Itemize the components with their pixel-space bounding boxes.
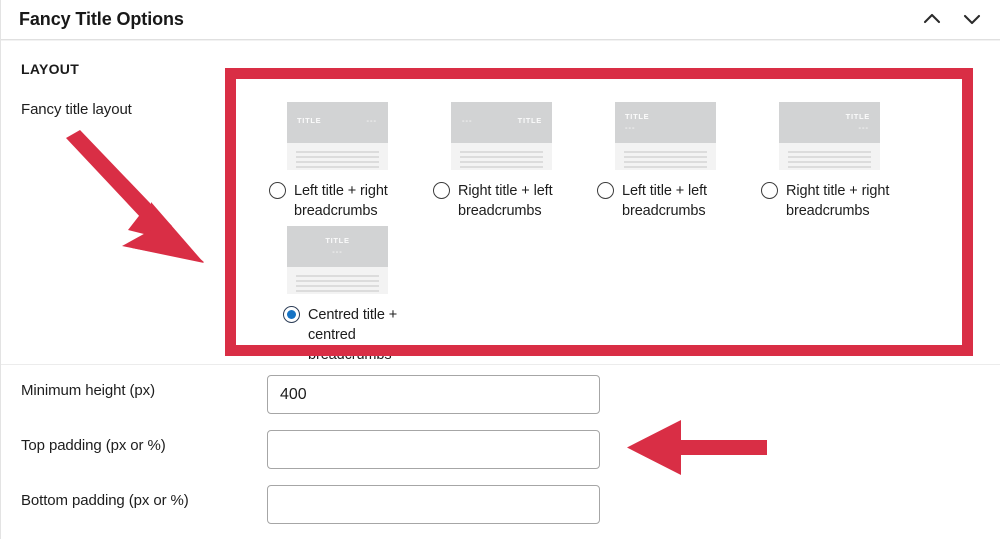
layout-option-right-title-right-breadcrumbs[interactable]: TITLE --- Right title + right breadcrumb… xyxy=(761,102,926,221)
layout-option-row[interactable]: Left title + right breadcrumbs xyxy=(269,181,434,221)
thumbnail-line xyxy=(624,156,707,158)
annotation-left-arrow-icon xyxy=(623,418,773,483)
section-divider xyxy=(1,364,1000,365)
fancy-title-options-panel: Fancy Title Options LAYOUT Fancy title l… xyxy=(0,0,1000,539)
layout-option-label: Right title + right breadcrumbs xyxy=(786,183,890,219)
thumbnail-line xyxy=(296,166,379,168)
thumbnail-title-text: TITLE xyxy=(297,116,322,125)
thumbnail-line xyxy=(460,156,543,158)
thumbnail-title-text: TITLE xyxy=(625,112,650,121)
fancy-title-layout-options: TITLE --- Left title + right breadcrumbs xyxy=(247,86,957,363)
thumbnail-line xyxy=(788,161,871,163)
thumbnail-line xyxy=(624,166,707,168)
thumbnail-line xyxy=(296,161,379,163)
thumbnail-line xyxy=(788,151,871,153)
header-divider xyxy=(1,40,1000,41)
layout-option-right-title-left-breadcrumbs[interactable]: TITLE --- Right title + left breadcrumbs xyxy=(433,102,598,221)
radio-left-title-left-breadcrumbs[interactable] xyxy=(597,182,614,199)
thumbnail-title-text: TITLE xyxy=(517,116,542,125)
thumbnail-line xyxy=(624,161,707,163)
layout-preview-thumbnail: TITLE --- xyxy=(287,102,388,170)
thumbnail-header-band: TITLE --- xyxy=(287,102,388,143)
radio-right-title-left-breadcrumbs[interactable] xyxy=(433,182,450,199)
thumbnail-breadcrumb-text: --- xyxy=(625,123,636,132)
thumbnail-content-lines xyxy=(287,267,388,294)
thumbnail-line xyxy=(296,290,379,292)
thumbnail-line xyxy=(296,156,379,158)
thumbnail-header-band: TITLE --- xyxy=(779,102,880,143)
layout-preview-thumbnail: TITLE --- xyxy=(779,102,880,170)
thumbnail-line xyxy=(460,166,543,168)
layout-option-label: Centred title + centred breadcrumbs xyxy=(308,307,398,363)
thumbnail-breadcrumb-text: --- xyxy=(366,116,377,125)
section-heading-layout: LAYOUT xyxy=(21,61,80,77)
layout-option-label: Left title + left breadcrumbs xyxy=(622,183,707,219)
layout-option-row[interactable]: Right title + right breadcrumbs xyxy=(761,181,926,221)
thumbnail-line xyxy=(296,151,379,153)
thumbnail-header-band: TITLE --- xyxy=(615,102,716,143)
thumbnail-title-text: TITLE xyxy=(845,112,870,121)
thumbnail-header-band: TITLE --- xyxy=(451,102,552,143)
thumbnail-line xyxy=(460,161,543,163)
layout-option-left-title-left-breadcrumbs[interactable]: TITLE --- Left title + left breadcrumbs xyxy=(597,102,762,221)
thumbnail-line xyxy=(788,166,871,168)
label-fancy-title-layout: Fancy title layout xyxy=(21,101,132,118)
thumbnail-line xyxy=(296,285,379,287)
layout-preview-thumbnail: TITLE --- xyxy=(451,102,552,170)
layout-option-centred-title-centred-breadcrumbs[interactable]: TITLE --- Centred title + centred breadc… xyxy=(269,226,434,365)
bottom-padding-input[interactable] xyxy=(267,485,600,524)
thumbnail-breadcrumb-text: --- xyxy=(462,116,473,125)
layout-preview-thumbnail: TITLE --- xyxy=(615,102,716,170)
annotation-diagonal-arrow-icon xyxy=(56,130,216,275)
page-title: Fancy Title Options xyxy=(19,9,184,29)
layout-option-left-title-right-breadcrumbs[interactable]: TITLE --- Left title + right breadcrumbs xyxy=(269,102,434,221)
radio-right-title-right-breadcrumbs[interactable] xyxy=(761,182,778,199)
layout-option-label: Left title + right breadcrumbs xyxy=(294,183,388,219)
panel-header: Fancy Title Options xyxy=(1,0,1000,40)
radio-left-title-right-breadcrumbs[interactable] xyxy=(269,182,286,199)
thumbnail-breadcrumb-text: --- xyxy=(332,247,343,256)
layout-preview-thumbnail: TITLE --- xyxy=(287,226,388,294)
thumbnail-breadcrumb-text: --- xyxy=(858,123,869,132)
radio-centred-title-centred-breadcrumbs[interactable] xyxy=(283,306,300,323)
layout-option-row[interactable]: Left title + left breadcrumbs xyxy=(597,181,762,221)
thumbnail-line xyxy=(296,280,379,282)
thumbnail-content-lines xyxy=(779,143,880,170)
thumbnail-header-band: TITLE --- xyxy=(287,226,388,267)
thumbnail-line xyxy=(624,151,707,153)
thumbnail-content-lines xyxy=(287,143,388,170)
label-bottom-padding: Bottom padding (px or %) xyxy=(21,492,189,509)
thumbnail-line xyxy=(296,275,379,277)
chevron-down-icon[interactable] xyxy=(959,6,985,32)
panel-header-controls xyxy=(919,6,985,32)
minimum-height-input[interactable] xyxy=(267,375,600,414)
thumbnail-line xyxy=(460,151,543,153)
layout-option-row[interactable]: Right title + left breadcrumbs xyxy=(433,181,598,221)
thumbnail-content-lines xyxy=(451,143,552,170)
layout-option-row[interactable]: Centred title + centred breadcrumbs xyxy=(269,305,434,365)
label-minimum-height: Minimum height (px) xyxy=(21,382,155,399)
thumbnail-content-lines xyxy=(615,143,716,170)
thumbnail-line xyxy=(788,156,871,158)
thumbnail-title-text: TITLE xyxy=(325,236,350,245)
label-top-padding: Top padding (px or %) xyxy=(21,437,166,454)
layout-option-label: Right title + left breadcrumbs xyxy=(458,183,553,219)
chevron-up-icon[interactable] xyxy=(919,6,945,32)
top-padding-input[interactable] xyxy=(267,430,600,469)
